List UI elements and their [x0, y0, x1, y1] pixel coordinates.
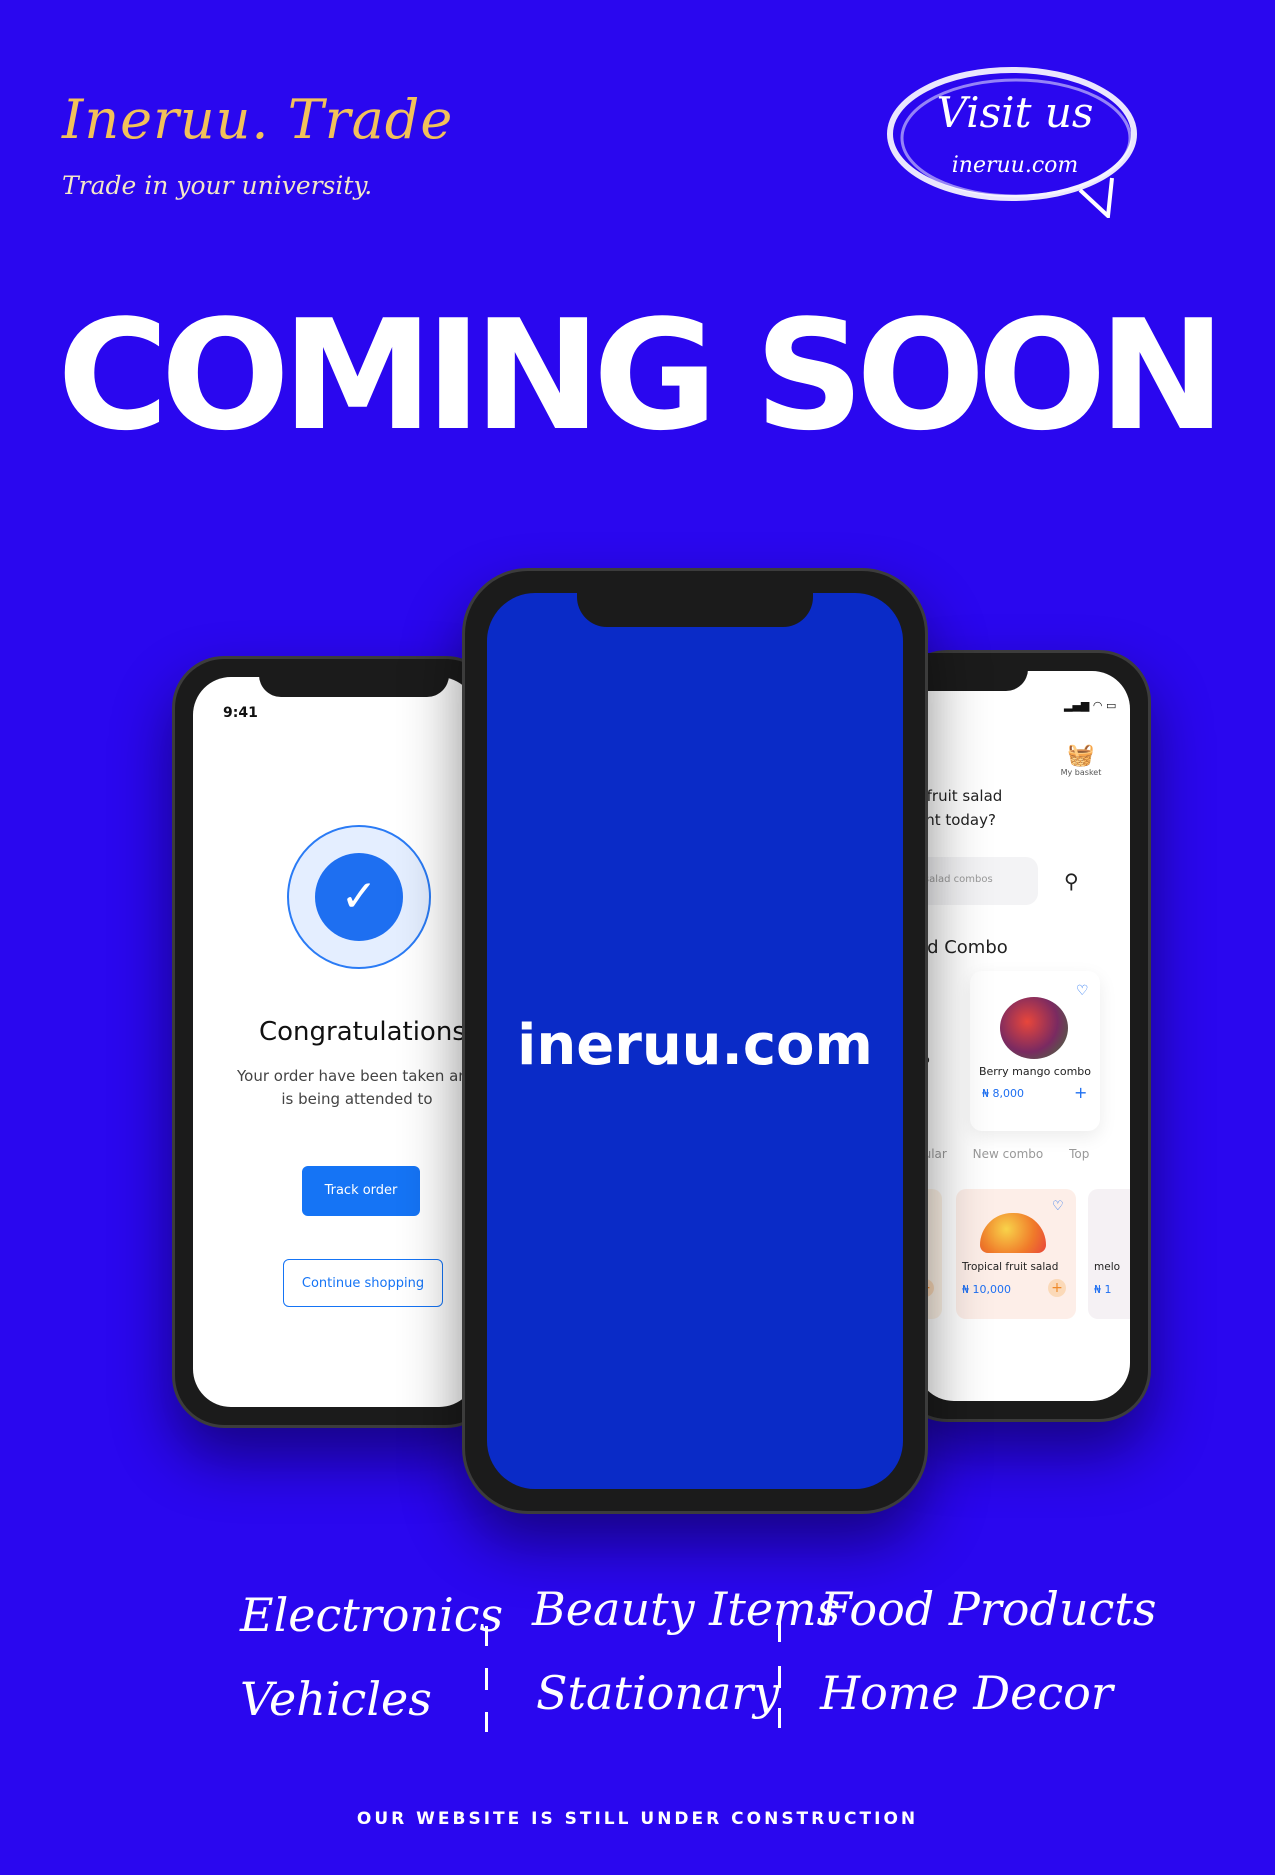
product-name: melo [1094, 1261, 1121, 1273]
product-card[interactable]: ♡ Berry mango combo ₦ 8,000 + [970, 971, 1100, 1131]
headline: COMING SOON [57, 287, 1226, 464]
fruit-bowl-image [1000, 997, 1068, 1059]
product-name: Berry mango combo [978, 1065, 1091, 1078]
phone-center: ineruu.com [462, 568, 928, 1514]
splash-screen: ineruu.com [487, 593, 903, 1489]
category-stationary: Stationary [536, 1666, 780, 1720]
phone-notch [259, 659, 449, 697]
product-price: ₦ 8,000 [982, 1087, 1024, 1100]
check-icon: ✓ [315, 853, 403, 941]
section-title: ed Combo [916, 937, 1008, 958]
continue-shopping-button[interactable]: Continue shopping [283, 1259, 443, 1307]
category-food-products: Food Products [820, 1582, 1157, 1636]
add-icon[interactable]: + [1048, 1279, 1066, 1297]
basket-label: My basket [1060, 768, 1102, 777]
splash-url[interactable]: ineruu.com [487, 1013, 903, 1078]
visit-url[interactable]: ineruu.com [880, 153, 1150, 178]
status-time: 9:41 [223, 705, 258, 721]
divider [778, 1666, 781, 1688]
divider [485, 1626, 488, 1646]
category-beauty-items: Beauty Items [532, 1582, 841, 1636]
product-card[interactable]: ♡ Tropical fruit salad ₦ 10,000 + [956, 1189, 1076, 1319]
divider [778, 1708, 781, 1728]
success-badge: ✓ [287, 825, 431, 969]
category-electronics: Electronics [240, 1588, 504, 1642]
product-card[interactable]: melo ₦ 1 [1088, 1189, 1130, 1319]
product-price: ₦ 10,000 [962, 1283, 1011, 1296]
product-name: Tropical fruit salad [962, 1261, 1059, 1273]
tab-new-combo[interactable]: New combo [973, 1147, 1044, 1161]
order-confirmation-screen: 9:41 ✓ Congratulations!!! Your order hav… [193, 677, 477, 1407]
heart-icon[interactable]: ♡ [1076, 983, 1089, 999]
visit-us-badge[interactable]: Visit us ineruu.com [880, 58, 1150, 218]
basket-icon: 🧺 [1067, 743, 1095, 768]
brand-name: Ineruu. Trade [62, 88, 454, 151]
basket-button[interactable]: 🧺 My basket [1056, 743, 1106, 777]
footer-note: OUR WEBSITE IS STILL UNDER CONSTRUCTION [356, 1809, 919, 1829]
visit-title: Visit us [936, 88, 1094, 137]
phone-notch [577, 571, 813, 627]
order-message-line1: Your order have been taken and [237, 1067, 477, 1085]
divider [485, 1668, 488, 1690]
product-price: ₦ 1 [1094, 1283, 1112, 1296]
order-message-line2: is being attended to [281, 1090, 433, 1108]
phone-left: 9:41 ✓ Congratulations!!! Your order hav… [172, 656, 498, 1428]
category-tabs: pular New combo Top [916, 1147, 1111, 1161]
divider [778, 1622, 781, 1642]
filter-icon[interactable]: ⚲ [1064, 869, 1079, 893]
category-home-decor: Home Decor [820, 1666, 1113, 1720]
fruit-salad-image [980, 1213, 1046, 1253]
status-icons: ▂▄▆ ◠ ▭ [1064, 699, 1117, 712]
tab-top[interactable]: Top [1069, 1147, 1089, 1161]
brand-block: Ineruu. Trade Trade in your university. [62, 88, 453, 200]
search-input[interactable]: it salad combos [916, 857, 1038, 905]
divider [485, 1712, 488, 1732]
category-vehicles: Vehicles [240, 1672, 432, 1726]
brush-circle-icon [887, 67, 1137, 218]
fruit-shop-screen: ▂▄▆ ◠ ▭ 🧺 My basket t fruit salad ant to… [916, 671, 1130, 1401]
question-line1: t fruit salad [916, 787, 1003, 805]
phone-right: ▂▄▆ ◠ ▭ 🧺 My basket t fruit salad ant to… [895, 650, 1151, 1422]
brand-tagline: Trade in your university. [62, 171, 373, 200]
congrats-title: Congratulations!!! [259, 1017, 477, 1047]
add-icon[interactable]: + [1074, 1083, 1087, 1102]
track-order-button[interactable]: Track order [302, 1166, 420, 1216]
heart-icon[interactable]: ♡ [1052, 1199, 1064, 1214]
